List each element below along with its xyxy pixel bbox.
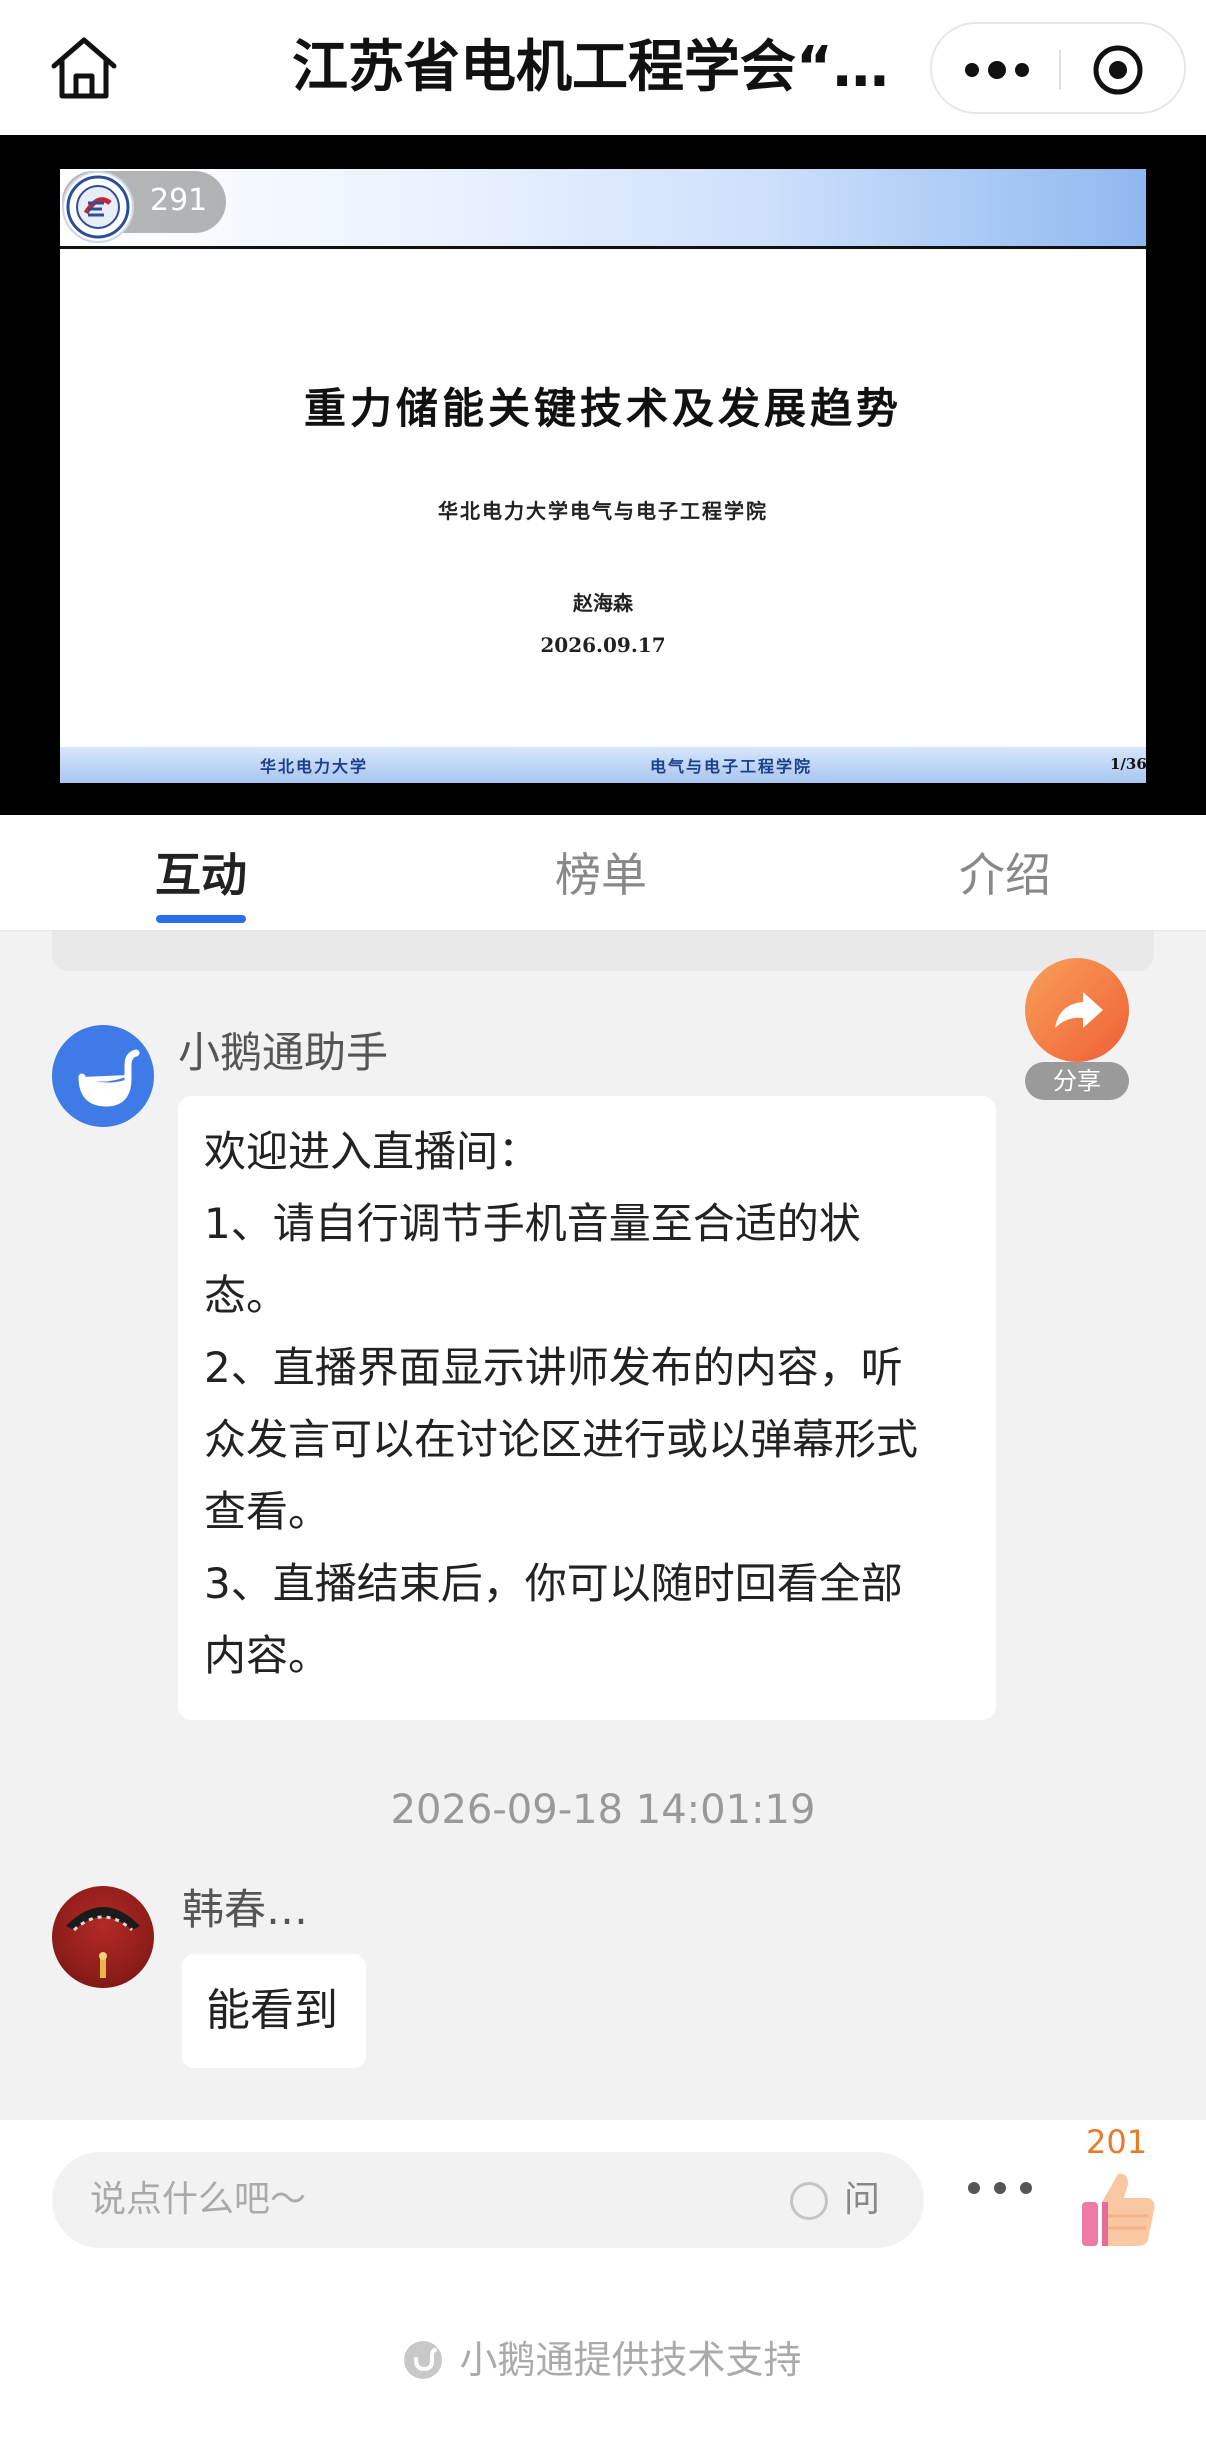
bottom-bar: 说点什么吧～ 问 201 小鹅通提供技术支持 bbox=[0, 2120, 1206, 2439]
home-icon bbox=[51, 37, 117, 99]
tech-support-text: 小鹅通提供技术支持 bbox=[459, 2338, 802, 2382]
tab-bar: 互动 榜单 介绍 bbox=[0, 815, 1206, 931]
thumbs-up-icon[interactable] bbox=[1078, 2166, 1158, 2250]
app-root: 江苏省电机工程学会“… 291 重力储能关键技术及发展趋势 华北电力大学电气与电… bbox=[0, 0, 1206, 2439]
slide-page-number: 1/36 bbox=[1110, 755, 1146, 773]
xiaoetong-logo-icon bbox=[404, 2341, 443, 2379]
pinned-notice-card[interactable] bbox=[52, 931, 1154, 971]
ask-question-label[interactable]: 问 bbox=[844, 2174, 880, 2226]
user-avatar-image bbox=[66, 1907, 140, 1978]
message-line: 1、请自行调节手机音量至合适的状 bbox=[204, 1199, 861, 1248]
university-logo-icon bbox=[62, 171, 134, 243]
slide-date: 2026.09.17 bbox=[540, 633, 666, 657]
message-text: 能看到 bbox=[206, 1985, 338, 2036]
share-label[interactable]: 分享 bbox=[1025, 1062, 1129, 1100]
tab-interaction[interactable]: 互动 bbox=[140, 845, 262, 905]
goose-icon bbox=[78, 1049, 140, 1107]
ask-question-radio[interactable] bbox=[790, 2182, 828, 2220]
slide-footer-band bbox=[60, 747, 1146, 783]
close-circle-icon[interactable] bbox=[1092, 44, 1144, 96]
message-line: 众发言可以在讨论区进行或以弹幕形式 bbox=[204, 1415, 919, 1464]
slide-author: 赵海森 bbox=[573, 591, 633, 615]
user-avatar[interactable] bbox=[52, 1886, 154, 1988]
more-dots-icon[interactable] bbox=[962, 50, 1032, 90]
slide-footer-left: 华北电力大学 bbox=[260, 757, 369, 776]
capsule-divider bbox=[1059, 50, 1061, 90]
slide-title: 重力储能关键技术及发展趋势 bbox=[303, 384, 902, 433]
message-sender: 韩春… bbox=[182, 1885, 309, 1934]
slide-footer-middle: 电气与电子工程学院 bbox=[650, 757, 813, 776]
message-line: 2、直播界面显示讲师发布的内容，听 bbox=[204, 1343, 903, 1392]
live-video-player[interactable]: 291 重力储能关键技术及发展趋势 华北电力大学电气与电子工程学院 赵海森 20… bbox=[0, 135, 1206, 815]
more-dots-icon[interactable] bbox=[966, 2176, 1034, 2200]
message-sender: 小鹅通助手 bbox=[178, 1028, 389, 1077]
message-bubble: 欢迎进入直播间： 1、请自行调节手机音量至合适的状 态。 2、直播界面显示讲师发… bbox=[178, 1096, 996, 1720]
active-tab-indicator bbox=[156, 915, 246, 923]
share-button[interactable] bbox=[1025, 958, 1129, 1062]
message-timestamp: 2026-09-18 14:01:19 bbox=[390, 1787, 816, 1833]
like-count: 201 bbox=[1086, 2123, 1148, 2161]
page-title: 江苏省电机工程学会“… bbox=[292, 35, 889, 100]
message-line: 欢迎进入直播间： bbox=[204, 1127, 541, 1176]
tab-leaderboard[interactable]: 榜单 bbox=[540, 845, 662, 905]
share-arrow-icon bbox=[1055, 992, 1103, 1028]
message-line: 3、直播结束后，你可以随时回看全部 bbox=[204, 1559, 903, 1608]
tech-support-footer: 小鹅通提供技术支持 bbox=[0, 2332, 1206, 2388]
presentation-slide: 291 重力储能关键技术及发展趋势 华北电力大学电气与电子工程学院 赵海森 20… bbox=[60, 169, 1146, 783]
comment-placeholder: 说点什么吧～ bbox=[90, 2179, 307, 2220]
slide-institution: 华北电力大学电气与电子工程学院 bbox=[438, 499, 768, 523]
message-line: 态。 bbox=[204, 1271, 289, 1320]
top-nav-bar: 江苏省电机工程学会“… bbox=[0, 0, 1206, 135]
assistant-avatar bbox=[52, 1025, 154, 1127]
viewer-count: 291 bbox=[150, 183, 208, 218]
comment-input[interactable]: 说点什么吧～ 问 bbox=[52, 2152, 924, 2248]
home-button[interactable] bbox=[48, 34, 120, 102]
tab-introduction[interactable]: 介绍 bbox=[944, 845, 1066, 905]
message-bubble: 能看到 bbox=[182, 1954, 366, 2068]
mini-program-capsule bbox=[930, 22, 1186, 114]
message-line: 查看。 bbox=[204, 1487, 331, 1536]
message-line: 内容。 bbox=[204, 1631, 331, 1680]
